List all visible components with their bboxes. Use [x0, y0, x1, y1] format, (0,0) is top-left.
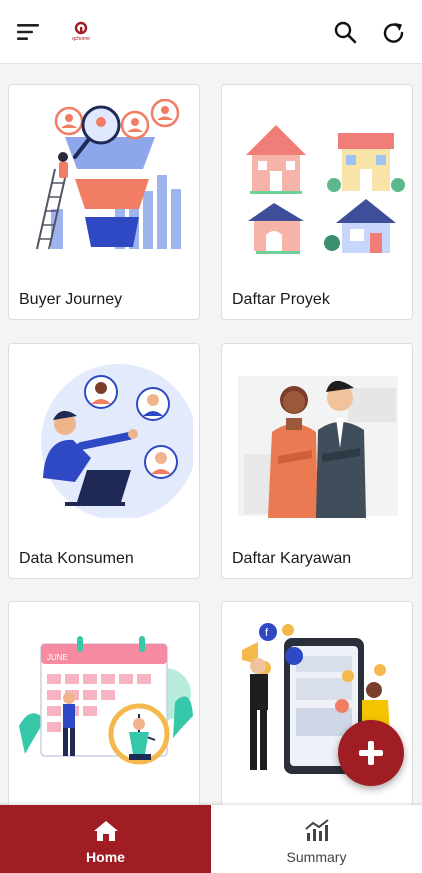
add-button[interactable]	[338, 720, 404, 786]
svg-text:JUNE: JUNE	[47, 653, 68, 662]
bottom-navigation: Home Summary	[0, 805, 422, 873]
refresh-icon[interactable]	[381, 20, 407, 46]
card-daftar-proyek[interactable]: Daftar Proyek	[221, 84, 413, 320]
nav-home[interactable]: Home	[0, 805, 211, 873]
logo-text: qchome	[72, 36, 90, 42]
project-houses-illustration	[246, 125, 405, 254]
nav-summary[interactable]: Summary	[211, 805, 422, 873]
hamburger-menu-icon[interactable]	[17, 22, 41, 42]
card-label: Buyer Journey	[19, 291, 123, 308]
card-calendar[interactable]: JUNE	[8, 601, 200, 805]
home-icon	[94, 821, 118, 841]
card-label: Data Konsumen	[19, 550, 134, 567]
card-buyer-journey[interactable]: Buyer Journey	[8, 84, 200, 320]
nav-home-label: Home	[86, 849, 125, 865]
card-label: Daftar Proyek	[232, 291, 330, 308]
card-label: Daftar Karyawan	[232, 550, 352, 567]
card-data-konsumen[interactable]: Data Konsumen	[8, 343, 200, 579]
consumer-data-illustration	[41, 364, 193, 518]
card-daftar-karyawan[interactable]: Daftar Karyawan	[221, 343, 413, 579]
search-icon[interactable]	[333, 20, 357, 44]
app-bar: qchome	[0, 0, 422, 64]
calendar-schedule-illustration: JUNE	[19, 636, 193, 765]
employees-illustration	[238, 376, 398, 518]
nav-summary-label: Summary	[286, 849, 347, 865]
buyer-journey-illustration	[36, 99, 181, 250]
menu-grid: Buyer Journey Daftar Proyek Data Konsume…	[0, 64, 422, 805]
summary-chart-icon	[305, 819, 329, 841]
app-logo: qchome	[68, 21, 94, 43]
